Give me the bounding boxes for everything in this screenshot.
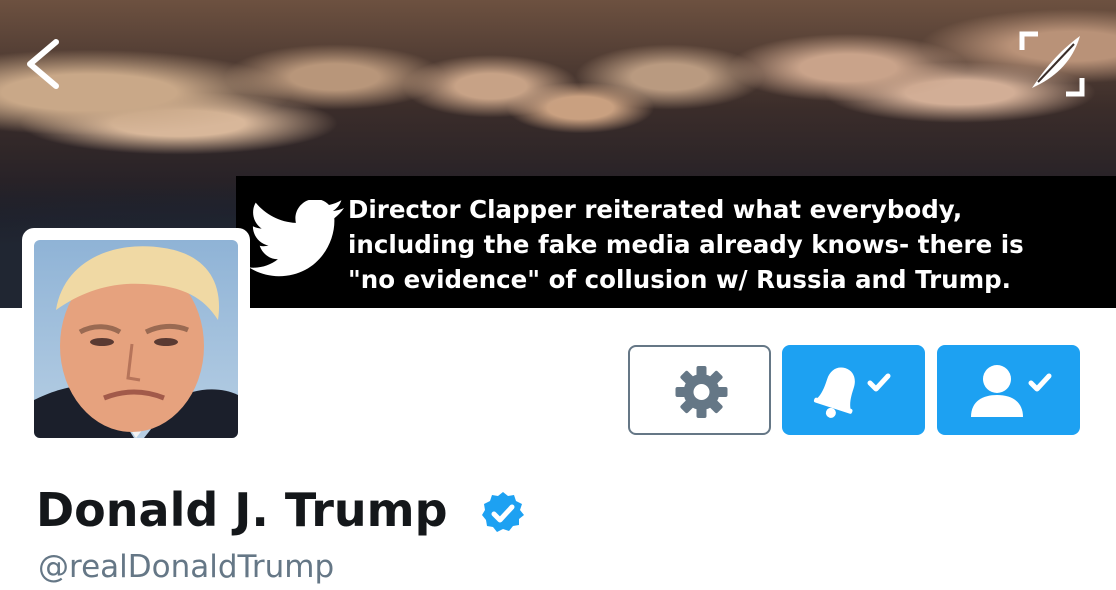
avatar-portrait bbox=[34, 246, 238, 438]
tweet-line: "no evidence" of collusion w/ Russia and… bbox=[348, 265, 1011, 294]
profile-avatar-frame[interactable] bbox=[22, 228, 250, 448]
compose-feather-icon[interactable] bbox=[1018, 30, 1086, 98]
settings-button[interactable] bbox=[628, 345, 771, 435]
following-button[interactable] bbox=[937, 345, 1080, 435]
tweet-text: Director Clapper reiterated what everybo… bbox=[348, 192, 1108, 297]
back-chevron-icon[interactable] bbox=[22, 38, 66, 90]
profile-handle: @realDonaldTrump bbox=[38, 549, 335, 585]
tweet-line: including the fake media already knows- … bbox=[348, 230, 1024, 259]
twitter-bird-icon bbox=[249, 200, 344, 277]
tweet-quote-box: Director Clapper reiterated what everybo… bbox=[236, 176, 1116, 308]
profile-display-name: Donald J. Trump bbox=[36, 483, 448, 537]
gear-icon bbox=[675, 366, 728, 418]
verified-badge-icon bbox=[482, 492, 524, 532]
bell-check-icon bbox=[813, 367, 891, 418]
tweet-line: Director Clapper reiterated what everybo… bbox=[348, 195, 963, 224]
avatar[interactable] bbox=[34, 240, 238, 438]
user-check-icon bbox=[971, 365, 1052, 417]
notifications-button[interactable] bbox=[782, 345, 925, 435]
